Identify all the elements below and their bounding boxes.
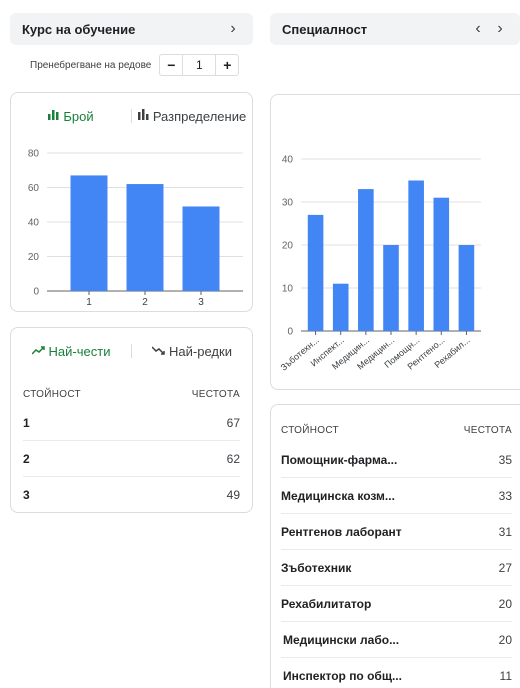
chevron-right-icon[interactable]: › [492,21,508,37]
row-count: 62 [226,451,240,466]
table-row[interactable]: Медицински лабо... 20 [281,622,512,658]
skip-rows-input[interactable]: 1 [182,55,217,75]
column-value-header: СТОЙНОСТ [23,389,81,400]
trending-down-icon [151,344,165,358]
y-tick-label: 40 [28,218,40,229]
chart-tabs: Брой Разпределение [11,93,252,139]
bar [458,245,475,331]
row-count: 67 [226,415,240,430]
tab-least-common[interactable]: Най-редки [132,344,252,359]
table-row[interactable]: Рехабилитатор 20 [281,586,512,622]
row-value: 3 [23,488,30,502]
row-value: Инспектор по общ... [283,669,402,683]
row-value: Медицински лабо... [283,632,400,647]
y-tick-label: 40 [282,155,294,166]
table-row[interactable]: Рентгенов лаборант 31 [281,514,512,550]
table-row[interactable]: Медицинска козм... 33 [281,478,512,514]
skip-rows-control: Пренебрегване на редове − 1 + [30,54,240,76]
y-tick-label: 10 [282,284,294,295]
increment-button[interactable]: + [216,55,238,75]
row-value: Медицинска козм... [281,488,395,503]
tab-most-common-label: Най-чести [48,343,111,359]
tab-least-common-label: Най-редки [169,343,232,359]
bar [182,206,220,291]
tab-distribution-label: Разпределение [152,108,247,124]
table-header: СТОЙНОСТ ЧЕСТОТА [23,389,240,400]
bar [408,180,424,331]
row-value: Рехабилитатор [281,596,372,611]
right-field-header[interactable]: Специалност ‹ › [270,13,520,45]
row-value: Рентгенов лаборант [281,524,402,539]
y-tick-label: 0 [287,327,293,338]
tab-count[interactable]: Брой [11,109,131,124]
bar [332,283,349,331]
skip-rows-stepper: − 1 + [159,54,240,76]
skip-rows-label: Пренебрегване на редове [30,59,152,71]
y-tick-label: 60 [28,183,40,194]
left-table-card: Най-чести Най-редки СТОЙНОСТ ЧЕСТОТА 1 6… [10,327,253,513]
chevron-left-icon[interactable]: ‹ [470,21,486,37]
row-value: Помощник-фарма... [281,452,398,467]
column-frequency-header: ЧЕСТОТА [463,425,512,436]
y-tick-label: 80 [28,149,40,160]
bar [433,197,450,331]
row-count: 35 [498,452,512,467]
table-row[interactable]: 2 62 [23,441,240,477]
left-field-header[interactable]: Курс на обучение › [10,13,253,45]
table-row[interactable]: 1 67 [23,405,240,441]
bar [70,175,108,291]
x-tick-label: 2 [142,297,148,308]
right-chart-card: 0 10 20 30 40 Зъботехн... Инспект... Медицин...… [270,94,520,390]
row-count: 31 [498,524,512,539]
y-tick-label: 0 [33,287,39,298]
left-chart-card: Брой Разпределение 0 20 40 60 80 1 2 3 [10,92,253,312]
tab-most-common[interactable]: Най-чести [11,344,131,359]
bar [126,184,164,291]
right-bar-chart: 010203040Зъботехн...Инспект...Медицин...… [279,155,481,373]
row-count: 20 [498,596,512,611]
table-row[interactable]: Помощник-фарма... 35 [281,442,512,478]
tab-distribution[interactable]: Разпределение [132,109,252,124]
trending-up-icon [31,344,45,358]
y-tick-label: 20 [28,252,40,263]
row-count: 27 [498,560,512,575]
bar [307,214,324,331]
row-count: 11 [499,669,512,683]
left-field-title: Курс на обучение [22,21,136,37]
row-count: 20 [498,632,512,647]
left-bar-chart: 0 20 40 60 80 1 2 3 [28,149,243,308]
y-tick-label: 20 [282,241,294,252]
chevron-right-icon[interactable]: › [225,21,241,37]
frequency-tabs: Най-чести Най-редки [11,328,252,374]
row-value: 2 [23,451,30,466]
row-value: Зъботехник [281,560,352,575]
column-frequency-header: ЧЕСТОТА [191,389,240,400]
tab-count-label: Брой [63,108,94,124]
table-row[interactable]: 3 49 [23,477,240,513]
decrement-button[interactable]: − [160,55,182,75]
right-field-title: Специалност [282,21,368,37]
bar [383,245,399,331]
table-header: СТОЙНОСТ ЧЕСТОТА [281,425,512,436]
x-tick-label: 3 [198,297,204,308]
table-row[interactable]: Зъботехник 27 [281,550,512,586]
row-count: 33 [498,488,512,503]
bar-chart-icon [48,109,59,123]
x-tick-label: 1 [86,297,92,308]
row-value: 1 [23,415,30,430]
bar [358,189,374,331]
row-count: 49 [226,488,240,502]
right-table-card: СТОЙНОСТ ЧЕСТОТА Помощник-фарма... 35 Ме… [270,404,520,688]
column-value-header: СТОЙНОСТ [281,425,339,436]
distribution-icon [137,109,149,123]
table-row[interactable]: Инспектор по общ... 11 [281,658,512,688]
y-tick-label: 30 [282,198,294,209]
